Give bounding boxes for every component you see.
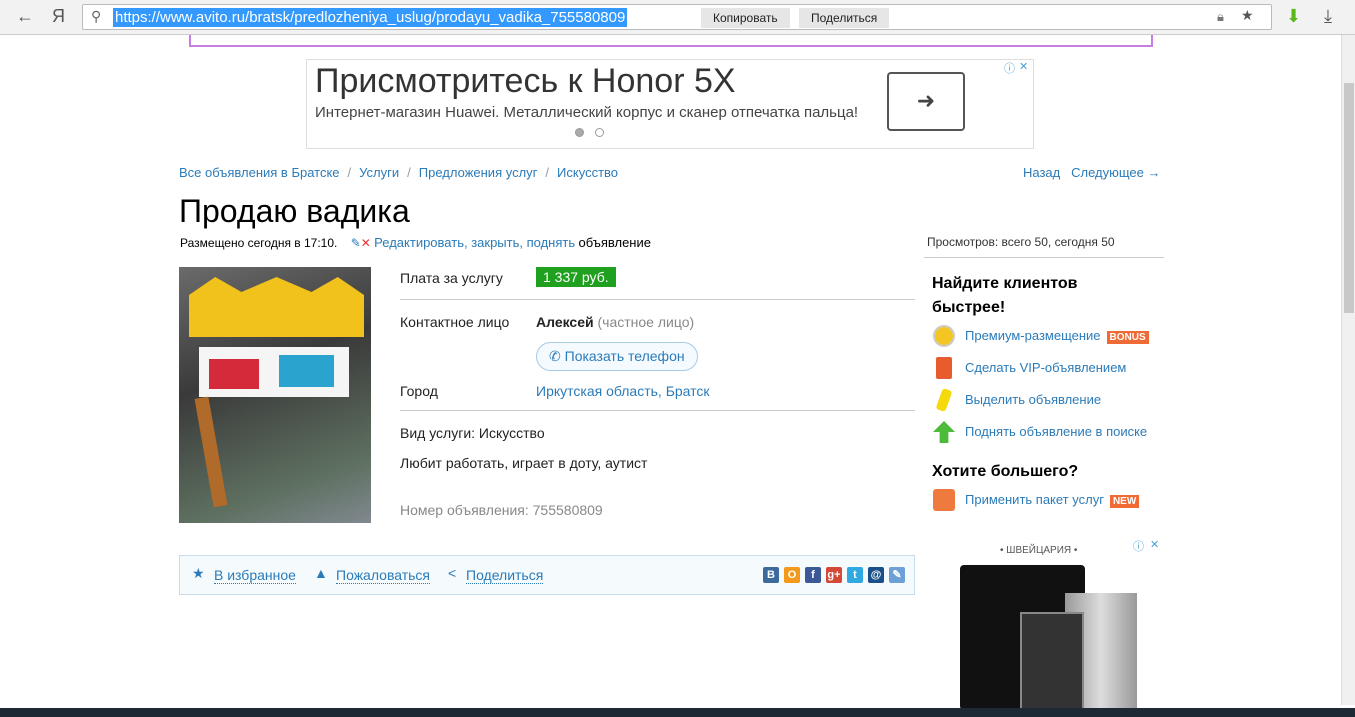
- share-url-button[interactable]: Поделиться: [799, 8, 890, 28]
- premium-link[interactable]: Премиум-размещение: [965, 328, 1101, 343]
- social-share-icon[interactable]: В: [763, 567, 779, 583]
- url-text[interactable]: https://www.avito.ru/bratsk/predlozheniy…: [113, 8, 628, 27]
- bonus-badge: BONUS: [1106, 331, 1149, 344]
- yandex-logo[interactable]: Я: [52, 6, 65, 27]
- phone-icon: ✆: [549, 348, 561, 364]
- social-share-icon[interactable]: О: [784, 567, 800, 583]
- share-icon: <: [448, 565, 457, 581]
- taskbar: [0, 708, 1355, 717]
- vip-icon: [936, 357, 952, 379]
- close-icon: ✕: [360, 236, 371, 250]
- side-ad-image[interactable]: [1020, 612, 1084, 710]
- scrollbar[interactable]: [1341, 35, 1355, 705]
- breadcrumb-services[interactable]: Услуги: [359, 165, 399, 180]
- up-arrow-icon: [933, 421, 955, 443]
- breadcrumb-art[interactable]: Искусство: [557, 165, 618, 180]
- copy-button[interactable]: Копировать: [701, 8, 790, 28]
- social-share-icon[interactable]: f: [805, 567, 821, 583]
- social-share-icon[interactable]: t: [847, 567, 863, 583]
- downloads-icon[interactable]: ⤓: [1324, 6, 1332, 27]
- city-label: Город: [400, 383, 438, 399]
- breadcrumb-offers[interactable]: Предложения услуг: [419, 165, 538, 180]
- show-phone-button[interactable]: ✆ Показать телефон: [536, 342, 698, 371]
- search-icon: ⚲: [91, 8, 102, 24]
- package-icon: [933, 489, 955, 511]
- ad-banner[interactable]: Присмотритесь к Honor 5X Интернет-магази…: [306, 59, 1034, 149]
- show-phone-label: Показать телефон: [564, 348, 685, 364]
- star-icon: ★: [192, 565, 205, 581]
- contact-type: (частное лицо): [597, 314, 695, 330]
- edit-suffix: объявление: [578, 235, 651, 250]
- carousel-dot[interactable]: [575, 128, 584, 137]
- star-icon[interactable]: ★: [1241, 7, 1254, 24]
- posted-date: Размещено сегодня в 17:10.: [180, 236, 338, 250]
- raise-link[interactable]: Поднять объявление в поиске: [965, 424, 1147, 439]
- ad-close-icon[interactable]: ✕: [1150, 538, 1159, 551]
- ad-info-icon[interactable]: ⓘ: [1004, 60, 1015, 76]
- browser-toolbar: ← Я ⚲ https://www.avito.ru/bratsk/predlo…: [0, 0, 1355, 35]
- back-arrow-icon[interactable]: ←: [16, 6, 34, 27]
- service-type: Вид услуги: Искусство: [400, 425, 545, 441]
- city-link[interactable]: Иркутская область, Братск: [536, 383, 710, 399]
- sidebar-heading-more: Хотите большего?: [932, 463, 1079, 480]
- favorite-link[interactable]: В избранное: [214, 567, 296, 584]
- views-count: Просмотров: всего 50, сегодня 50: [927, 235, 1115, 249]
- ad-arrow-button[interactable]: ➜: [887, 72, 965, 131]
- warning-icon: ▲: [314, 565, 328, 581]
- highlight-link[interactable]: Выделить объявление: [965, 392, 1101, 407]
- contact-label: Контактное лицо: [400, 314, 510, 330]
- ad-title: Присмотритесь к Honor 5X: [315, 62, 736, 100]
- highlighter-icon: [935, 387, 953, 413]
- social-share-icon[interactable]: g+: [826, 567, 842, 583]
- carousel-dot[interactable]: [595, 128, 604, 137]
- vip-link[interactable]: Сделать VIP-объявлением: [965, 360, 1126, 375]
- divider: [924, 257, 1164, 258]
- divider: [400, 410, 915, 411]
- coin-icon: [933, 325, 955, 347]
- divider: [400, 299, 915, 300]
- page-title: Продаю вадика: [179, 193, 410, 229]
- listing-number: Номер объявления: 755580809: [400, 502, 603, 518]
- ad-info-icon[interactable]: ⓘ: [1133, 538, 1144, 554]
- back-link[interactable]: Назад: [1023, 165, 1060, 180]
- description: Любит работать, играет в доту, аутист: [400, 455, 648, 471]
- edit-link[interactable]: Редактировать, закрыть, поднять: [374, 235, 575, 250]
- price-value: 1 337 руб.: [536, 267, 616, 287]
- ad-text: Интернет-магазин Huawei. Металлический к…: [315, 104, 859, 121]
- lock-icon: 🔒︎: [1217, 9, 1224, 24]
- ad-close-icon[interactable]: ✕: [1019, 60, 1028, 73]
- price-label: Плата за услугу: [400, 270, 503, 286]
- side-ad-label: • ШВЕЙЦАРИЯ •: [1000, 545, 1078, 556]
- share-link[interactable]: Поделиться: [466, 567, 544, 584]
- pencil-icon: ✎: [350, 236, 361, 250]
- listing-photo[interactable]: [179, 267, 371, 523]
- scroll-thumb[interactable]: [1344, 83, 1354, 313]
- package-link[interactable]: Применить пакет услуг: [965, 492, 1104, 507]
- new-badge: NEW: [1109, 495, 1140, 508]
- breadcrumb: Все объявления в Братске / Услуги / Предложе…: [179, 165, 619, 180]
- contact-name: Алексей: [536, 314, 594, 330]
- search-bar-partial[interactable]: [189, 35, 1153, 47]
- report-link[interactable]: Пожаловаться: [336, 567, 431, 584]
- download-green-icon[interactable]: ⬇: [1286, 6, 1301, 27]
- breadcrumb-all[interactable]: Все объявления в Братске: [179, 165, 340, 180]
- address-bar[interactable]: ⚲ https://www.avito.ru/bratsk/predlozhen…: [82, 4, 1272, 30]
- next-link[interactable]: Следующее →: [1071, 165, 1160, 180]
- social-share-icon[interactable]: @: [868, 567, 884, 583]
- actions-bar: ★ В избранное ▲ Пожаловаться < Поделитьс…: [179, 555, 915, 595]
- social-share-icon[interactable]: ✎: [889, 567, 905, 583]
- sidebar-heading: Найдите клиентов быстрее!: [932, 275, 1078, 316]
